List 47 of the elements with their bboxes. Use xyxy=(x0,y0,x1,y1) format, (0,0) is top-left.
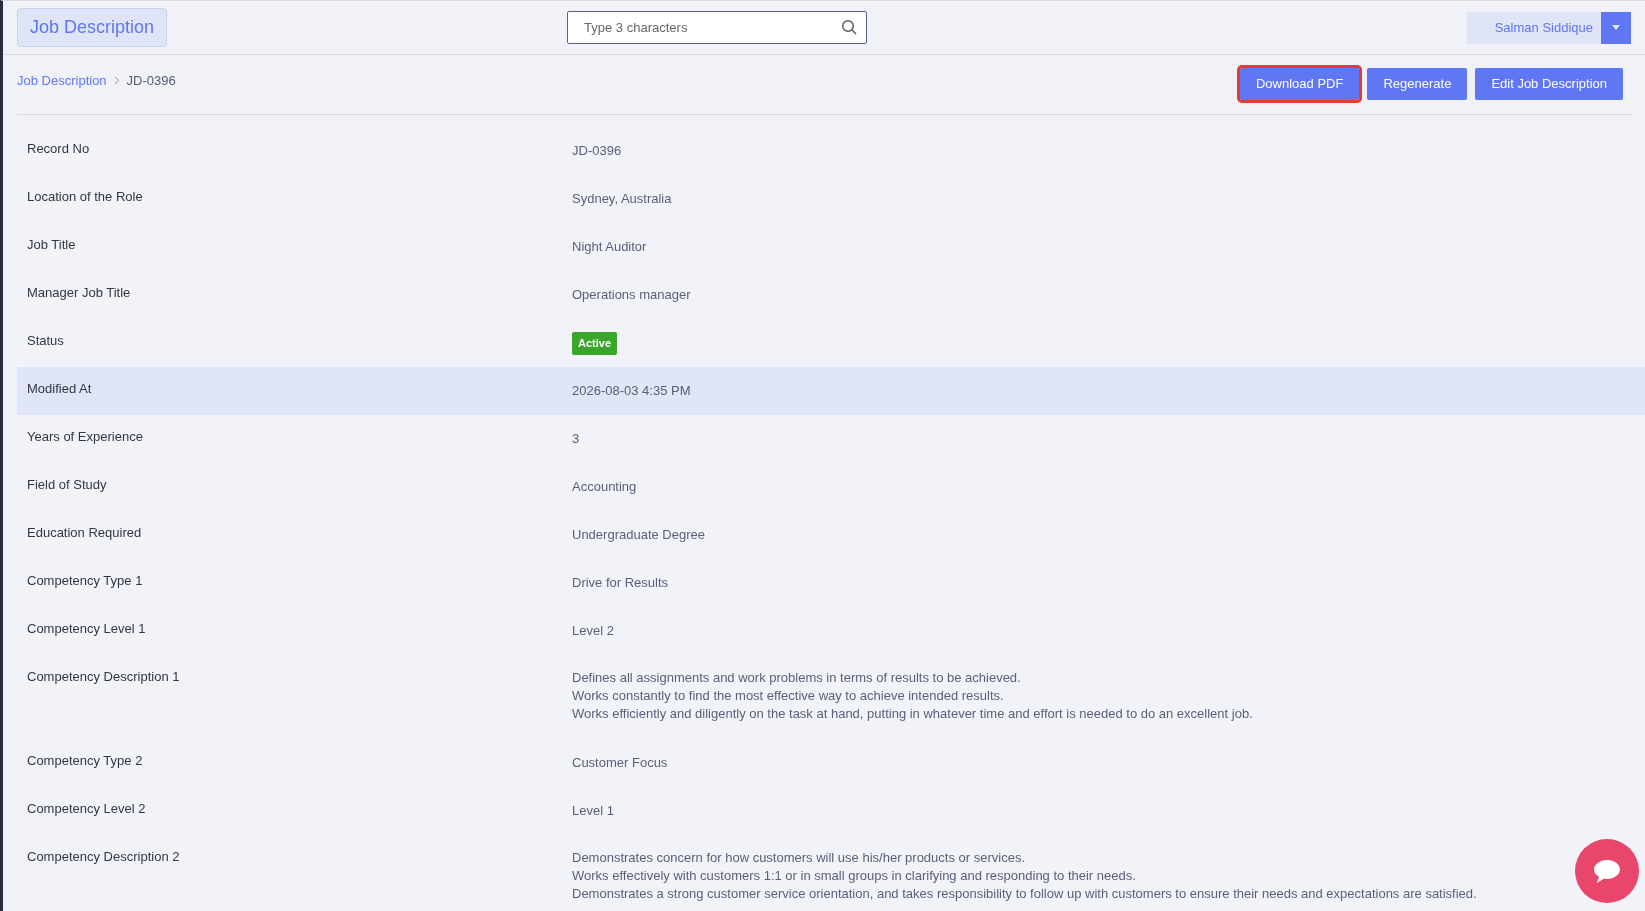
status-badge: Active xyxy=(572,332,618,355)
field-label: Years of Experience xyxy=(27,429,143,444)
action-button[interactable]: Edit Job Description xyxy=(1475,67,1623,100)
field-label: Status xyxy=(27,333,64,348)
field-label: Modified At xyxy=(27,381,92,396)
field-label: Competency Type 1 xyxy=(27,573,143,588)
field-label: Competency Description 1 xyxy=(27,669,180,684)
page-title: Job Description xyxy=(17,8,168,47)
field-value: Drive for Results xyxy=(572,575,669,590)
field-label: Competency Level 2 xyxy=(27,801,146,816)
field-value: Level 1 xyxy=(572,803,614,818)
field-label: Field of Study xyxy=(27,477,107,492)
user-menu-button[interactable] xyxy=(1601,11,1631,44)
search-field[interactable]: Type 3 characters xyxy=(567,11,868,44)
field-value: Accounting xyxy=(572,479,637,494)
description-line: Works effectively with customers 1:1 or in small groups in clarifying and responding to their needs. xyxy=(572,867,1137,885)
search-icon xyxy=(841,19,858,35)
field-label: Job Title xyxy=(27,237,76,252)
action-button[interactable]: Download PDF xyxy=(1240,67,1360,100)
description-line: Demonstrates a strong customer service orientation, and takes responsibility to follow up with customers to ensure their needs and expectations are satisfied. xyxy=(572,885,1477,903)
action-button[interactable]: Regenerate xyxy=(1367,67,1468,100)
field-value: Sydney, Australia xyxy=(572,191,672,206)
field-value: JD-0396 xyxy=(572,143,622,158)
field-label: Education Required xyxy=(27,525,142,540)
field-label: Competency Type 2 xyxy=(27,753,143,768)
field-value: Undergraduate Degree xyxy=(572,527,705,542)
field-value: 2026-08-03 4:35 PM xyxy=(572,383,691,398)
breadcrumb-link[interactable]: Job Description xyxy=(17,70,107,91)
breadcrumb-current: JD-0396 xyxy=(126,71,176,90)
field-value: Customer Focus xyxy=(572,755,668,770)
description-line: Works efficiently and diligently on the task at hand, putting in whatever time and effort is needed to do an excellent job. xyxy=(572,705,1253,723)
description-line: Works constantly to find the most effective way to achieve intended results. xyxy=(572,687,1005,705)
caret-icon xyxy=(1612,25,1620,30)
field-value: Level 2 xyxy=(572,623,614,638)
field-label: Competency Level 1 xyxy=(27,621,146,636)
description-line: Defines all assignments and work problems in terms of results to be achieved. xyxy=(572,669,1022,687)
field-label: Record No xyxy=(27,141,90,156)
chevron-right-icon xyxy=(113,76,120,85)
field-value: Night Auditor xyxy=(572,239,647,254)
user-name[interactable]: Salman Siddique xyxy=(1466,11,1601,44)
field-value: Operations manager xyxy=(572,287,691,302)
field-value: 3 xyxy=(572,431,580,446)
field-label: Location of the Role xyxy=(27,189,143,204)
field-label: Competency Description 2 xyxy=(27,849,180,864)
description-line: Demonstrates concern for how customers will use his/her products or services. xyxy=(572,849,1026,867)
chat-icon xyxy=(1593,858,1621,884)
field-label: Manager Job Title xyxy=(27,285,131,300)
